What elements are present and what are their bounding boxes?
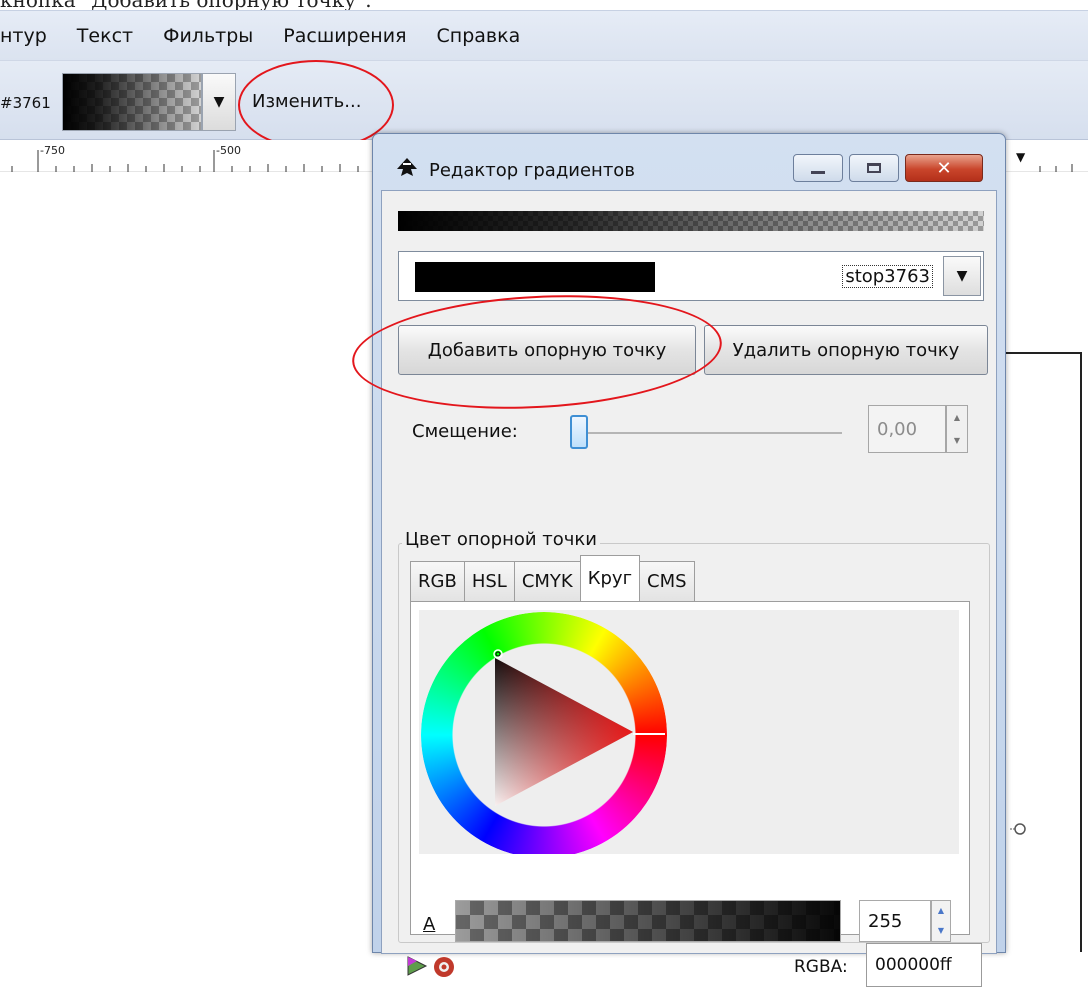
- chevron-down-icon: ▼: [213, 94, 225, 110]
- gradient-preview-bar: [398, 211, 984, 231]
- close-button[interactable]: ✕: [905, 154, 983, 182]
- menu-item-path[interactable]: нтур: [0, 25, 62, 47]
- color-wheel-panel: A 255 ▲ ▼: [410, 601, 970, 942]
- chevron-down-icon: ▼: [956, 268, 968, 284]
- offset-label: Смещение:: [412, 421, 518, 442]
- dialog-title: Редактор градиентов: [429, 160, 635, 181]
- menu-item-filters[interactable]: Фильтры: [148, 25, 268, 47]
- delete-stop-button[interactable]: Удалить опорную точку: [704, 325, 988, 375]
- alpha-slider[interactable]: [455, 900, 841, 942]
- transform-handle-icon[interactable]: [1008, 818, 1030, 840]
- tab-hsl[interactable]: HSL: [463, 561, 515, 601]
- ruler-marker-icon: ▼: [1016, 150, 1026, 164]
- gradient-id-label: #3761: [0, 94, 51, 112]
- menu-item-extensions[interactable]: Расширения: [268, 25, 421, 47]
- color-mode-tabs: RGB HSL CMYK Круг CMS: [410, 555, 695, 601]
- tab-wheel[interactable]: Круг: [579, 555, 641, 601]
- color-managed-icon[interactable]: [432, 955, 456, 983]
- edit-gradient-button[interactable]: Изменить...: [252, 91, 361, 112]
- inkscape-logo-icon: [395, 156, 419, 184]
- minimize-button[interactable]: [793, 154, 843, 182]
- gradient-toolbar: #3761 ▼ Изменить...: [0, 60, 1088, 140]
- alpha-spinner[interactable]: ▲ ▼: [931, 900, 951, 942]
- minimize-icon: [811, 170, 825, 174]
- tab-rgb[interactable]: RGB: [410, 561, 465, 601]
- stop-name: stop3763: [842, 265, 933, 288]
- menu-bar: нтур Текст Фильтры Расширения Справка: [0, 10, 1088, 60]
- menu-item-help[interactable]: Справка: [422, 25, 536, 47]
- tab-cmyk[interactable]: CMYK: [513, 561, 581, 601]
- gradient-preview[interactable]: [62, 73, 202, 131]
- maximize-button[interactable]: [849, 154, 899, 182]
- offset-spinner[interactable]: ▲ ▼: [946, 405, 968, 453]
- menu-item-text[interactable]: Текст: [62, 25, 148, 47]
- stop-dropdown-button[interactable]: ▼: [943, 256, 981, 296]
- maximize-icon: [867, 163, 881, 173]
- add-stop-button[interactable]: Добавить опорную точку: [398, 325, 696, 375]
- ruler-label: -500: [216, 144, 241, 157]
- alpha-value-input[interactable]: 255: [859, 900, 931, 942]
- tab-cms[interactable]: CMS: [639, 561, 695, 601]
- offset-value-input[interactable]: 0,00: [868, 405, 946, 453]
- gradient-editor-dialog: Редактор градиентов ✕ stop3763 ▼ Добавит…: [372, 133, 1006, 987]
- dialog-titlebar[interactable]: Редактор градиентов ✕: [373, 134, 1005, 190]
- alpha-label: A: [423, 914, 436, 935]
- ruler-label: -750: [40, 144, 65, 157]
- color-wheel[interactable]: [419, 610, 689, 854]
- stop-color-swatch: [415, 262, 655, 292]
- close-icon: ✕: [936, 157, 952, 179]
- dialog-content: stop3763 ▼ Добавить опорную точку Удалит…: [381, 190, 997, 987]
- gradient-dropdown-button[interactable]: ▼: [202, 73, 236, 131]
- offset-slider-thumb[interactable]: [570, 415, 588, 449]
- offset-slider-track[interactable]: [578, 432, 842, 434]
- rgba-input[interactable]: 000000ff: [866, 943, 982, 987]
- color-wheel-area: [419, 610, 959, 854]
- rgba-label: RGBA:: [794, 957, 848, 977]
- caption-text: кнопка "Добавить опорную точку".: [0, 0, 600, 10]
- color-triangle-icon[interactable]: [406, 955, 428, 981]
- stop-selector[interactable]: stop3763 ▼: [398, 251, 984, 301]
- stop-color-group-label: Цвет опорной точки: [402, 529, 600, 550]
